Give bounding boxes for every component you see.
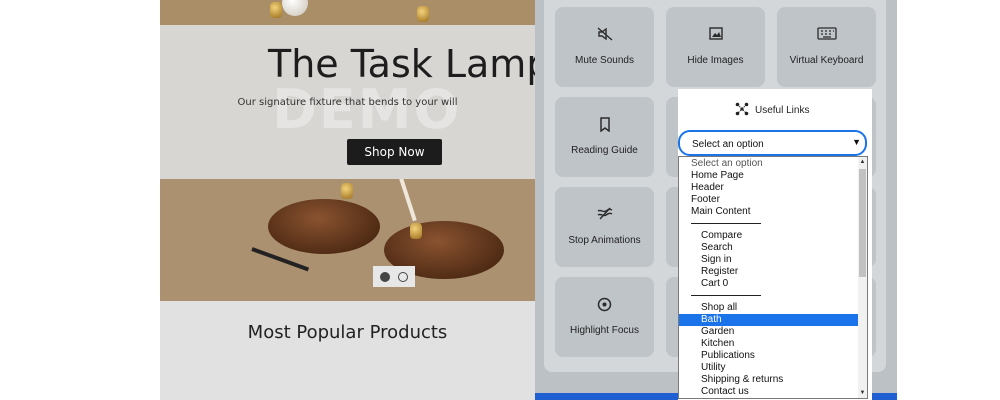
- hero-image-bottom: [160, 179, 535, 301]
- lamp-joint: [341, 183, 353, 199]
- dropdown-option[interactable]: Footer: [679, 194, 858, 206]
- hide-images-tile[interactable]: Hide Images: [666, 7, 765, 87]
- hero-title: The Task Lamp: [268, 42, 535, 86]
- tile-label: Mute Sounds: [575, 55, 634, 66]
- dropdown-option[interactable]: Shop all: [679, 302, 858, 314]
- dropdown-option[interactable]: Garden: [679, 326, 858, 338]
- virtual-keyboard-tile[interactable]: Virtual Keyboard: [777, 7, 876, 87]
- lamp-arm: [398, 179, 417, 222]
- dropdown-arrow-icon: ▼: [852, 137, 861, 147]
- lamp-joint: [417, 6, 429, 22]
- select-value: Select an option: [692, 139, 764, 150]
- tile-label: Highlight Focus: [570, 325, 639, 336]
- hero-image-top: [160, 0, 535, 25]
- dropdown-separator: [691, 295, 761, 296]
- dropdown-option[interactable]: Cart 0: [679, 278, 858, 290]
- section-title: Most Popular Products: [247, 322, 448, 343]
- dropdown-option[interactable]: Sign in: [679, 254, 858, 266]
- scrollbar-thumb[interactable]: [859, 169, 866, 277]
- dropdown-option[interactable]: Select an option: [679, 158, 858, 170]
- stop-animation-icon: [555, 207, 654, 220]
- keyboard-icon: [777, 27, 876, 40]
- carousel-dot[interactable]: [397, 271, 408, 282]
- tile-label: Stop Animations: [568, 235, 641, 246]
- lamp-joint: [270, 2, 282, 18]
- useful-links-header: Useful Links: [735, 102, 809, 119]
- dropdown-option[interactable]: Compare: [679, 230, 858, 242]
- reading-guide-tile[interactable]: Reading Guide: [555, 97, 654, 177]
- dropdown-option[interactable]: Shipping & returns: [679, 374, 858, 386]
- tile-label: Reading Guide: [571, 145, 638, 156]
- demo-watermark: DEMO: [272, 78, 462, 141]
- dropdown-option[interactable]: Contact us: [679, 386, 858, 398]
- dropdown-option[interactable]: Header: [679, 182, 858, 194]
- mute-sounds-tile[interactable]: Mute Sounds: [555, 7, 654, 87]
- useful-links-dropdown-list[interactable]: ▲ ▼ Select an option Home Page Header Foote…: [678, 156, 868, 399]
- image-icon: [666, 27, 765, 40]
- tile-label: Virtual Keyboard: [789, 55, 864, 66]
- lamp-joint: [410, 223, 422, 239]
- lamp-base: [268, 199, 380, 254]
- mute-icon: [555, 27, 654, 41]
- scroll-down-icon[interactable]: ▼: [859, 389, 866, 397]
- highlight-focus-tile[interactable]: Highlight Focus: [555, 277, 654, 357]
- dropdown-option[interactable]: Home Page: [679, 170, 858, 182]
- scroll-up-icon[interactable]: ▲: [859, 158, 866, 166]
- stop-animations-tile[interactable]: Stop Animations: [555, 187, 654, 267]
- bookmark-icon: [555, 117, 654, 132]
- carousel-dots: [373, 266, 415, 287]
- dropdown-option[interactable]: Search: [679, 242, 858, 254]
- dropdown-option[interactable]: Kitchen: [679, 338, 858, 350]
- dropdown-option[interactable]: Bath: [679, 314, 858, 326]
- dropdown-separator: [691, 223, 761, 224]
- store-page: DEMO The Task Lamp Our signature fixture…: [160, 0, 535, 400]
- carousel-dot-active[interactable]: [380, 271, 391, 282]
- focus-icon: [555, 297, 654, 312]
- dropdown-scrollbar[interactable]: ▲ ▼: [858, 157, 867, 398]
- tile-label: Hide Images: [687, 55, 744, 66]
- dropdown-option[interactable]: Publications: [679, 350, 858, 362]
- dropdown-option[interactable]: Main Content: [679, 206, 858, 218]
- useful-links-title: Useful Links: [755, 105, 810, 116]
- dropdown-option[interactable]: Utility: [679, 362, 858, 374]
- shop-now-button[interactable]: Shop Now: [347, 139, 442, 165]
- useful-links-select[interactable]: Select an option ▼: [678, 130, 867, 156]
- dropdown-option[interactable]: Register: [679, 266, 858, 278]
- hero-subtitle: Our signature fixture that bends to your…: [237, 97, 458, 108]
- lamp-bulb: [282, 0, 308, 16]
- network-icon: [735, 102, 749, 119]
